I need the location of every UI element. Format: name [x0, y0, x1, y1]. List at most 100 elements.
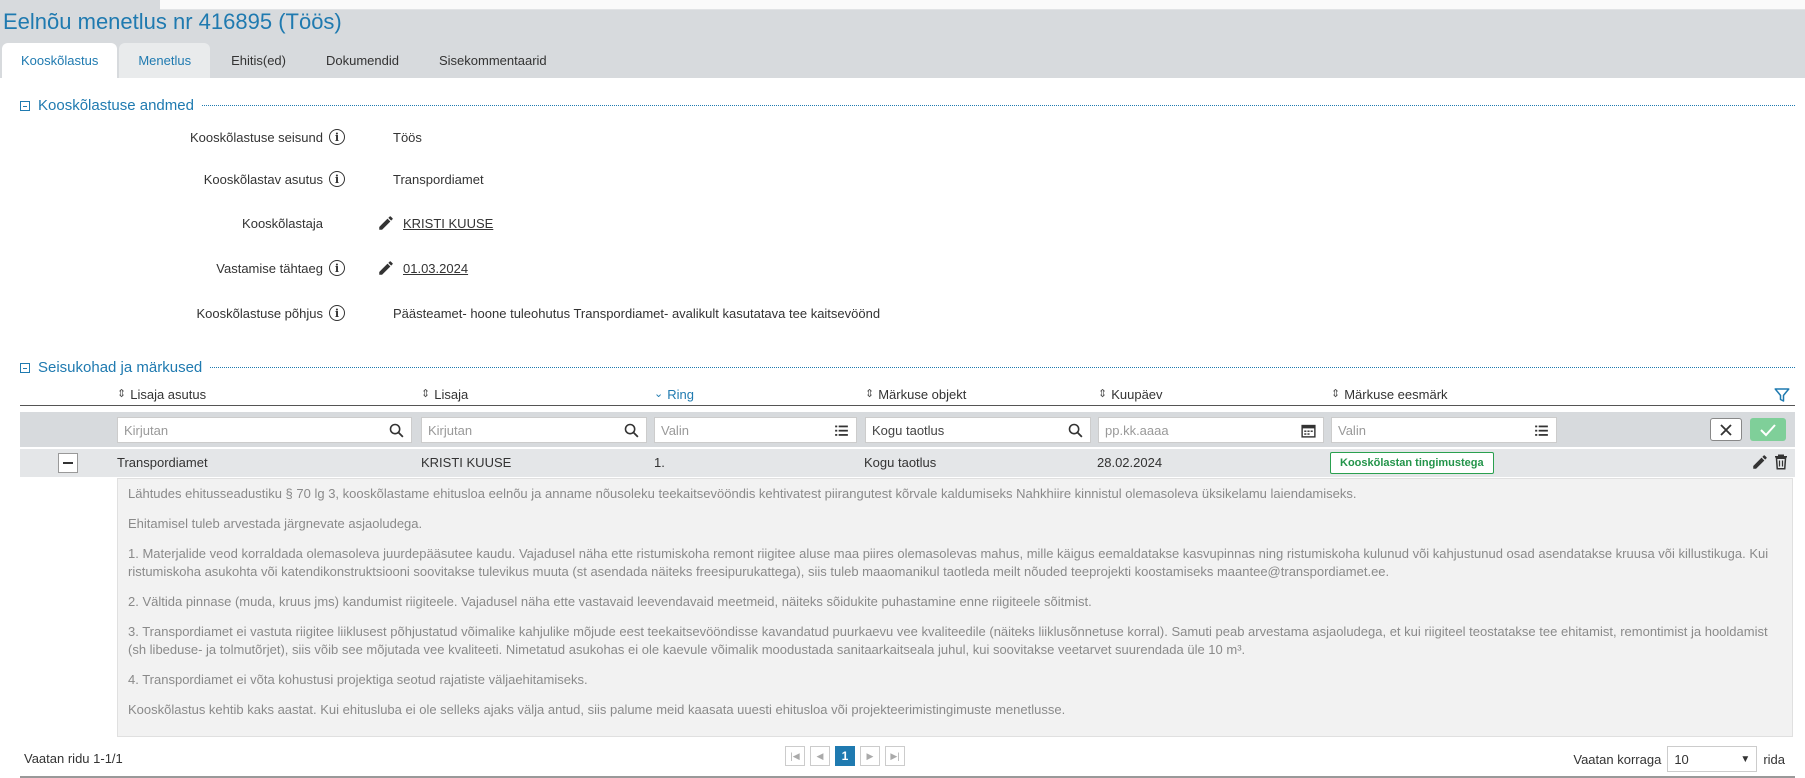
field-label: Kooskõlastuse põhjus i: [0, 305, 351, 321]
sort-icon: ⇕: [1098, 388, 1108, 400]
comment-paragraph: 4. Transpordiamet ei võta kohustusi proj…: [128, 672, 588, 687]
per-page-label: Vaatan korraga: [1573, 751, 1662, 767]
tab-bar: Kooskõlastus Menetlus Ehitis(ed) Dokumen…: [2, 43, 568, 78]
section-header-seisukohad: Seisukohad ja märkused: [20, 359, 1795, 376]
column-header-kuupaev[interactable]: ⇕ Kuupäev: [1098, 387, 1163, 402]
filter-eesmark-select[interactable]: Valin: [1331, 417, 1557, 443]
per-page-suffix: rida: [1763, 751, 1785, 767]
field-label: Kooskõlastav asutus i: [0, 171, 351, 187]
calendar-icon[interactable]: [1300, 422, 1317, 439]
info-icon[interactable]: i: [329, 171, 345, 187]
collapse-icon[interactable]: [20, 362, 30, 373]
pencil-icon[interactable]: [377, 259, 395, 277]
tab-kooskolastus[interactable]: Kooskõlastus: [2, 43, 118, 78]
field-row-tahtaeg: Vastamise tähtaeg i 01.03.2024: [0, 258, 1000, 278]
filter-row: Kirjutan Kirjutan Valin Kogu taotlus pp.…: [20, 412, 1795, 447]
apply-filter-button[interactable]: [1750, 418, 1786, 441]
collapse-icon[interactable]: [20, 100, 30, 111]
per-page-select[interactable]: 10 ▼: [1667, 746, 1758, 772]
filter-ring-select[interactable]: Valin: [654, 417, 857, 443]
rows-info: Vaatan ridu 1-1/1: [24, 751, 123, 766]
cell-lisaja: KRISTI KUUSE: [421, 455, 512, 470]
placeholder-text: Kirjutan: [124, 422, 169, 438]
filter-objekt-input[interactable]: Kogu taotlus: [865, 417, 1091, 443]
tab-sisekommentaarid[interactable]: Sisekommentaarid: [420, 43, 566, 78]
column-header-ring[interactable]: ⌄ Ring: [654, 387, 694, 402]
comment-text: Lähtudes ehitusseadustiku § 70 lg 3, koo…: [117, 478, 1793, 737]
collapse-row-button[interactable]: [58, 453, 78, 473]
tab-ehitised[interactable]: Ehitis(ed): [212, 43, 305, 78]
input-value: Kogu taotlus: [872, 422, 945, 438]
comment-paragraph: Lähtudes ehitusseadustiku § 70 lg 3, koo…: [128, 486, 1357, 501]
pencil-icon[interactable]: [1751, 453, 1769, 471]
last-page-button[interactable]: ▶|: [885, 746, 905, 766]
page-number-button[interactable]: 1: [835, 746, 855, 766]
clear-filter-button[interactable]: [1710, 418, 1742, 441]
field-row-seisund: Kooskõlastuse seisund i Töös: [0, 127, 1000, 147]
placeholder-text: Kirjutan: [428, 422, 473, 438]
close-icon: [1720, 423, 1732, 436]
tab-dokumendid[interactable]: Dokumendid: [307, 43, 418, 78]
column-header-lisaja-asutus[interactable]: ⇕ Lisaja asutus: [117, 387, 206, 402]
field-value: Päästeamet- hoone tuleohutus Transpordia…: [393, 305, 881, 321]
list-icon[interactable]: [833, 422, 850, 439]
column-header-text: Märkuse objekt: [878, 387, 967, 402]
sort-desc-icon: ⌄: [654, 388, 664, 400]
field-label: Kooskõlastaja: [0, 216, 351, 231]
column-header-markuse-objekt[interactable]: ⇕ Märkuse objekt: [865, 387, 966, 402]
select-value: 10: [1674, 751, 1689, 767]
field-label-text: Kooskõlastuse seisund: [190, 129, 323, 145]
list-icon[interactable]: [1533, 422, 1550, 439]
pagination: |◀ ◀ 1 ▶ ▶|: [785, 746, 905, 766]
page-title: Eelnõu menetlus nr 416895 (Töös): [3, 9, 342, 34]
prev-page-button[interactable]: ◀: [810, 746, 830, 766]
field-row-kooskolastaja: Kooskõlastaja KRISTI KUUSE: [0, 213, 1000, 233]
table-row[interactable]: Transpordiamet KRISTI KUUSE 1. Kogu taot…: [20, 449, 1795, 477]
field-value: Transpordiamet: [393, 171, 484, 187]
kooskolastaja-link[interactable]: KRISTI KUUSE: [403, 216, 493, 231]
field-row-pohjus: Kooskõlastuse põhjus i Päästeamet- hoone …: [0, 303, 1000, 323]
cell-kuupaev: 28.02.2024: [1097, 455, 1163, 470]
field-value: 01.03.2024: [377, 259, 468, 277]
comment-paragraph: 2. Vältida pinnase (muda, kruus jms) kan…: [128, 594, 1092, 609]
comment-paragraph: 3. Transpordiamet ei vastuta riigitee li…: [128, 624, 1768, 657]
info-icon[interactable]: i: [329, 305, 345, 321]
column-header-text: Ring: [667, 387, 694, 402]
placeholder-text: Valin: [661, 422, 689, 438]
section-title[interactable]: Seisukohad ja märkused: [38, 359, 202, 376]
table-header: ⇕ Lisaja asutus ⇕ Lisaja ⌄ Ring ⇕ Märkuse ob…: [20, 384, 1795, 406]
pencil-icon[interactable]: [377, 214, 395, 232]
sort-icon: ⇕: [1331, 388, 1341, 400]
table-footer: Vaatan ridu 1-1/1 |◀ ◀ 1 ▶ ▶| Vaatan kor…: [20, 742, 1795, 778]
next-page-button[interactable]: ▶: [860, 746, 880, 766]
search-icon[interactable]: [623, 422, 640, 439]
search-icon[interactable]: [1067, 422, 1084, 439]
search-icon[interactable]: [388, 422, 405, 439]
comment-paragraph: Kooskõlastus kehtib kaks aastat. Kui ehi…: [128, 702, 1066, 717]
section-divider: [201, 105, 1795, 106]
field-label-text: Kooskõlastuse põhjus: [196, 305, 323, 321]
column-header-lisaja[interactable]: ⇕ Lisaja: [421, 387, 468, 402]
placeholder-text: Valin: [1338, 422, 1366, 438]
field-label-text: Kooskõlastav asutus: [203, 171, 323, 187]
caret-down-icon: ▼: [1740, 753, 1751, 765]
section-divider: [210, 367, 1795, 368]
trash-icon[interactable]: [1772, 453, 1790, 471]
first-page-button[interactable]: |◀: [785, 746, 805, 766]
cell-ring: 1.: [654, 455, 665, 470]
tahtaeg-link[interactable]: 01.03.2024: [403, 261, 468, 276]
info-icon[interactable]: i: [329, 260, 345, 276]
column-header-markuse-eesmark[interactable]: ⇕ Märkuse eesmärk: [1331, 387, 1448, 402]
section-title[interactable]: Kooskõlastuse andmed: [38, 97, 194, 114]
field-label-text: Vastamise tähtaeg: [216, 260, 323, 276]
column-header-text: Lisaja asutus: [130, 387, 207, 402]
filter-lisaja-input[interactable]: Kirjutan: [421, 417, 647, 443]
cell-asutus: Transpordiamet: [117, 455, 208, 470]
filter-kuupaev-input[interactable]: pp.kk.aaaa: [1098, 417, 1324, 443]
filter-asutus-input[interactable]: Kirjutan: [117, 417, 412, 443]
filter-icon[interactable]: [1773, 386, 1791, 404]
info-icon[interactable]: i: [329, 129, 345, 145]
comment-paragraph: Ehitamisel tuleb arvestada järgnevate as…: [128, 516, 423, 531]
tab-menetlus[interactable]: Menetlus: [119, 43, 211, 78]
field-value: KRISTI KUUSE: [377, 214, 493, 232]
